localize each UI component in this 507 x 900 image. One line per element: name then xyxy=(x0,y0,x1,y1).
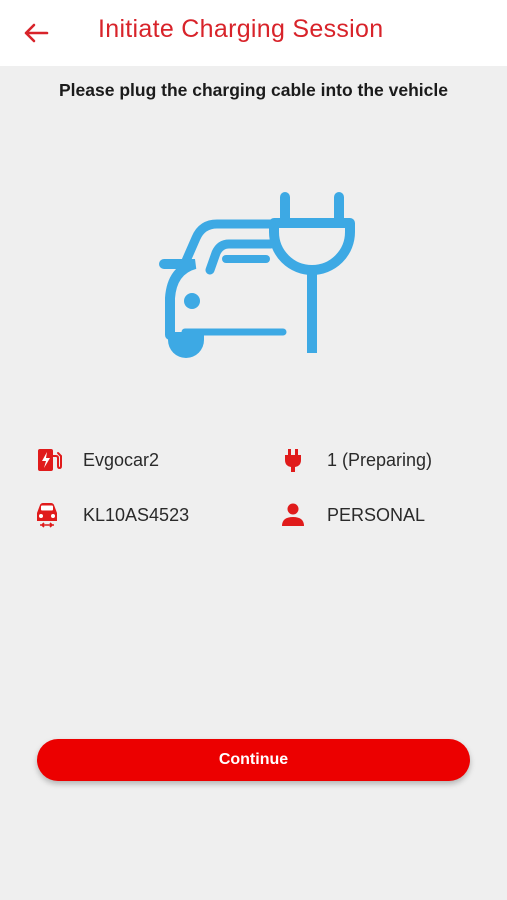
plug-icon xyxy=(279,446,307,474)
arrow-left-icon xyxy=(24,23,49,43)
account-type: PERSONAL xyxy=(327,504,426,525)
vehicle-info: KL10AS4523 xyxy=(33,501,189,529)
station-name: Evgocar2 xyxy=(83,449,160,470)
car-plug-icon xyxy=(159,192,355,358)
person-icon xyxy=(279,501,307,529)
app-header: Initiate Charging Session xyxy=(0,0,507,66)
page-title: Initiate Charging Session xyxy=(98,15,384,43)
vehicle-number: KL10AS4523 xyxy=(83,504,190,525)
account-type-info: PERSONAL xyxy=(279,501,425,529)
connector-status: 1 (Preparing) xyxy=(327,449,433,470)
station-info: Evgocar2 xyxy=(35,446,159,474)
back-button[interactable] xyxy=(20,18,52,48)
car-icon xyxy=(33,501,61,529)
charging-station-icon xyxy=(35,446,63,474)
continue-button[interactable]: Continue xyxy=(37,739,470,781)
instruction-text: Please plug the charging cable into the … xyxy=(59,80,448,100)
connector-info: 1 (Preparing) xyxy=(279,446,432,474)
